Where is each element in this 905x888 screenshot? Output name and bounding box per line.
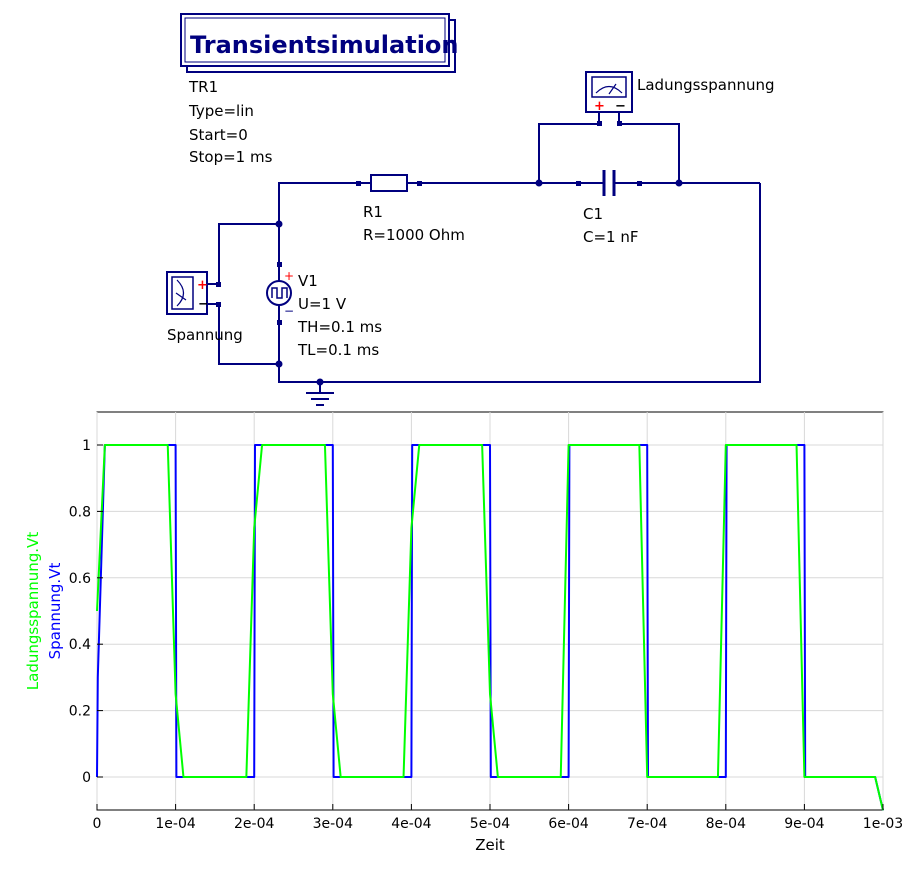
schematic: Transientsimulation TR1 Type=lin Start=0…	[166, 13, 775, 406]
x-tick-label: 1e-03	[863, 816, 903, 832]
x-axis-label: Zeit	[475, 836, 505, 854]
meter-top-plus: +	[594, 99, 605, 114]
simulation-canvas: Transientsimulation TR1 Type=lin Start=0…	[24, 13, 903, 854]
x-tick-label: 1e-04	[155, 816, 195, 832]
y-tick-label: 0.8	[69, 504, 91, 520]
ground-symbol	[306, 392, 334, 406]
probe-left-label: Spannung	[167, 326, 243, 344]
c1-value: C=1 nF	[583, 228, 639, 246]
sim-title: Transientsimulation	[190, 31, 459, 59]
voltmeter-spannung[interactable]: + −	[166, 271, 221, 315]
x-tick-label: 6e-04	[548, 816, 588, 832]
v1-plus: +	[284, 269, 294, 283]
x-tick-label: 5e-04	[470, 816, 510, 832]
r1-value: R=1000 Ohm	[363, 226, 465, 244]
x-tick-label: 4e-04	[391, 816, 431, 832]
v1-u: U=1 V	[298, 295, 347, 313]
tr-stop: Stop=1 ms	[189, 148, 273, 166]
tr-type: Type=lin	[188, 102, 254, 120]
meter-left-plus: +	[197, 278, 208, 293]
x-tick-label: 8e-04	[706, 816, 746, 832]
v1-minus: −	[284, 304, 294, 318]
r1-name: R1	[363, 203, 383, 221]
transient-sim-block[interactable]: Transientsimulation	[180, 13, 459, 73]
v1-th: TH=0.1 ms	[297, 318, 382, 336]
pulse-source-v1[interactable]: + −	[266, 262, 294, 325]
x-tick-label: 7e-04	[627, 816, 667, 832]
meter-top-minus: −	[615, 99, 626, 114]
y-tick-label: 0.2	[69, 704, 91, 720]
resistor-r1[interactable]	[356, 174, 422, 192]
c1-name: C1	[583, 205, 603, 223]
capacitor-c1[interactable]	[576, 170, 642, 196]
x-tick-label: 9e-04	[784, 816, 824, 832]
y-axis-label-ladungsspannung: Ladungsspannung.Vt	[24, 532, 42, 691]
tr-start: Start=0	[189, 126, 248, 144]
y-tick-label: 0.6	[69, 571, 91, 587]
v1-name: V1	[298, 272, 318, 290]
y-tick-label: 0	[82, 770, 91, 786]
y-axis-label-spannung: Spannung.Vt	[46, 563, 64, 660]
tr-name: TR1	[188, 78, 218, 96]
x-tick-label: 2e-04	[234, 816, 274, 832]
probe-top-label: Ladungsspannung	[637, 76, 775, 94]
transient-chart: 0 1e-04 2e-04 3e-04 4e-04 5e-04 6e-04 7e-04 8e-0…	[24, 411, 903, 854]
x-tick-label: 3e-04	[313, 816, 353, 832]
x-tick-label: 0	[93, 816, 102, 832]
voltmeter-ladungsspannung[interactable]: + −	[585, 71, 633, 126]
v1-tl: TL=0.1 ms	[297, 341, 379, 359]
y-tick-label: 0.4	[69, 637, 91, 653]
y-tick-label: 1	[82, 438, 91, 454]
